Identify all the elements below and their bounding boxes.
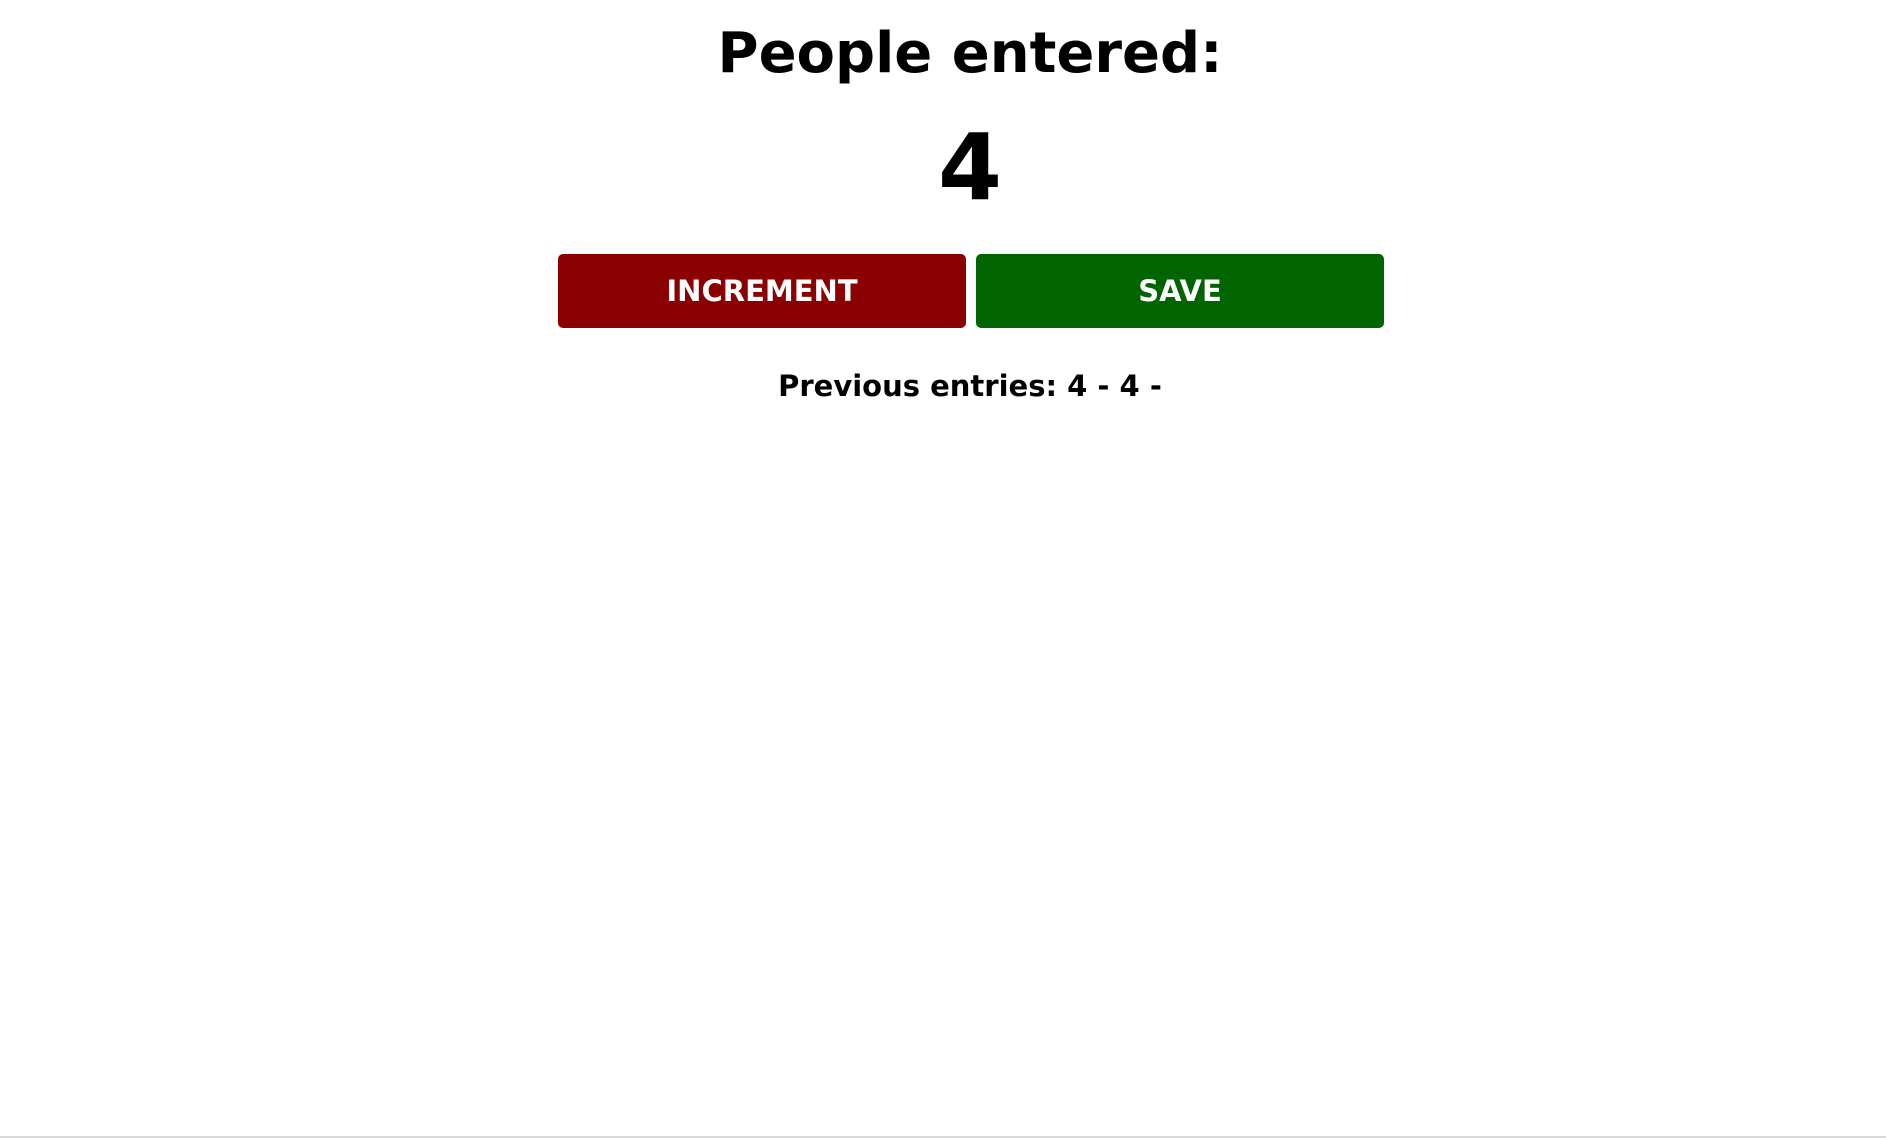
page-title: People entered: — [717, 21, 1223, 86]
increment-button[interactable]: INCREMENT — [558, 254, 966, 328]
count-display: 4 — [937, 114, 1002, 221]
previous-entries-text: Previous entries: 4 - 4 - — [778, 369, 1162, 403]
save-button[interactable]: SAVE — [976, 254, 1384, 328]
